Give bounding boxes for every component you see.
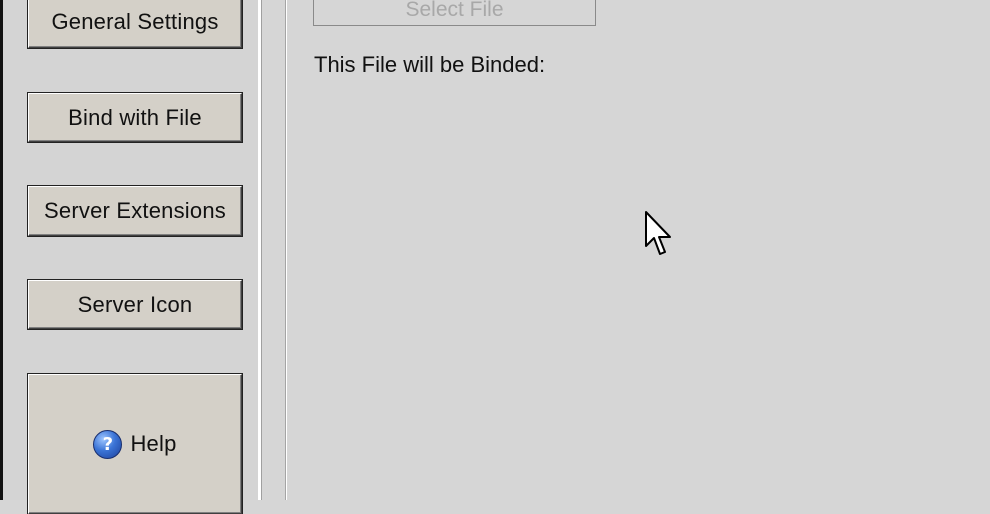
help-button[interactable]: ? Help <box>27 373 243 514</box>
select-file-label: Select File <box>405 0 504 21</box>
general-settings-label: General Settings <box>51 9 219 34</box>
select-file-button[interactable]: Select File <box>313 0 596 26</box>
server-extensions-button[interactable]: Server Extensions <box>27 185 243 237</box>
help-label: Help <box>130 431 177 456</box>
bind-with-file-label: Bind with File <box>68 104 202 130</box>
server-icon-label: Server Icon <box>77 291 193 317</box>
panel-edge-highlight <box>286 0 287 500</box>
bind-with-file-button[interactable]: Bind with File <box>27 92 243 143</box>
general-settings-button[interactable]: General Settings <box>27 0 243 49</box>
server-extensions-label: Server Extensions <box>44 198 226 223</box>
server-icon-button[interactable]: Server Icon <box>27 279 243 330</box>
mouse-cursor-icon <box>645 211 671 255</box>
bind-file-label: This File will be Binded: <box>314 52 546 77</box>
help-icon: ? <box>93 429 123 459</box>
